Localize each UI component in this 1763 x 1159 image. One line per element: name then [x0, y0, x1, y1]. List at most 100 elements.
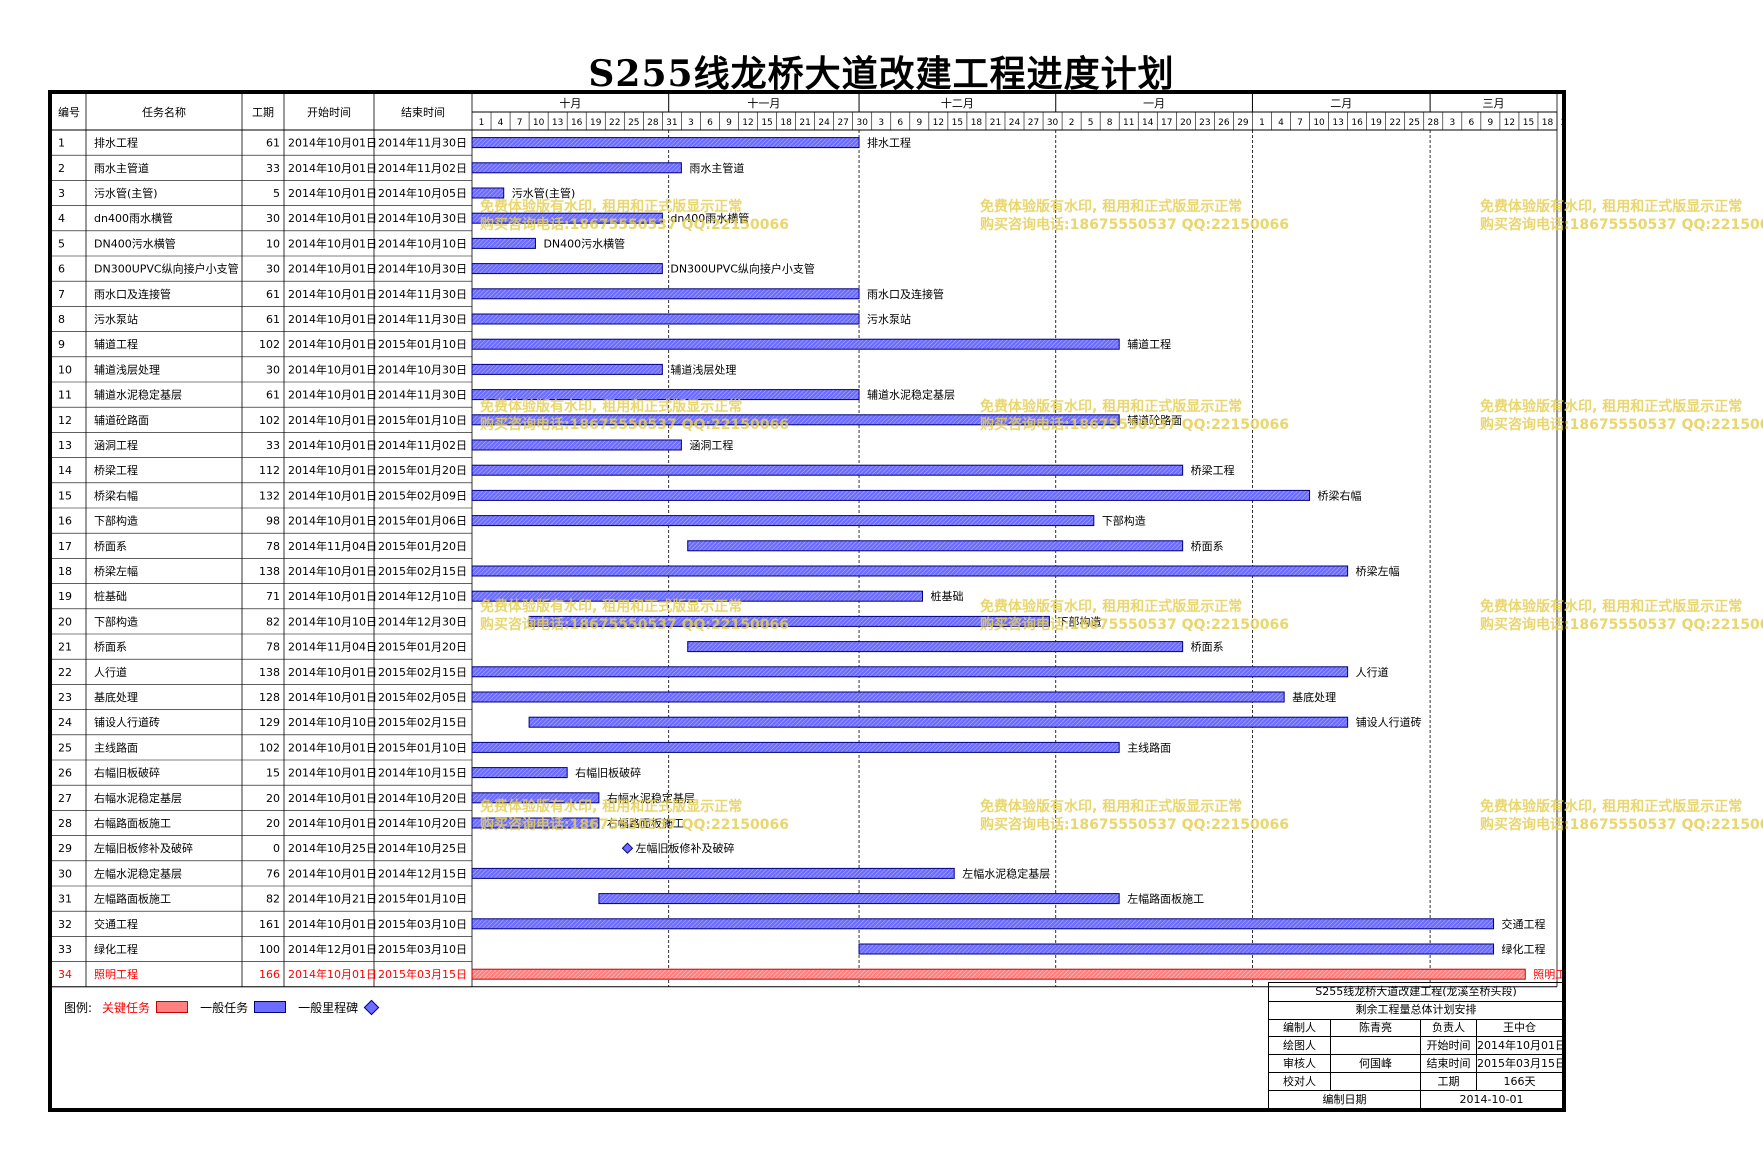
- task-end: 2015年03月10日: [378, 917, 467, 931]
- task-start: 2014年10月01日: [288, 917, 377, 931]
- task-start: 2014年11月04日: [288, 539, 377, 553]
- task-start: 2014年11月04日: [288, 640, 377, 654]
- task-name: 右幅旧板破碎: [94, 766, 160, 780]
- task-bar: [471, 968, 1526, 980]
- task-duration: 112: [259, 464, 280, 477]
- day-tick-label: 12: [933, 118, 944, 128]
- day-tick-label: 3: [688, 118, 694, 128]
- task-bar: [471, 338, 1120, 350]
- day-tick-label: 15: [952, 118, 963, 128]
- task-no: 4: [58, 212, 65, 225]
- task-name: 桥梁左幅: [94, 564, 138, 578]
- bar-label: 左幅路面板施工: [1127, 892, 1204, 906]
- watermark: 免费体验版有水印, 租用和正式版显示正常 购买咨询电话:18675550537 Q…: [480, 399, 789, 433]
- month-label: 十二月: [941, 96, 974, 110]
- task-bar: [687, 540, 1184, 552]
- task-end: 2014年12月10日: [378, 589, 467, 603]
- task-no: 17: [58, 540, 72, 553]
- task-bar: [471, 263, 663, 275]
- task-start: 2014年10月01日: [288, 312, 377, 326]
- day-tick-label: 4: [498, 118, 504, 128]
- task-name: DN300UPVC纵向接户小支管: [94, 262, 239, 276]
- task-duration: 161: [259, 918, 280, 931]
- task-end: 2015年01月10日: [378, 413, 467, 427]
- bar-label: 雨水主管道: [689, 161, 744, 175]
- task-name: 污水泵站: [94, 312, 138, 326]
- bar-label: 桥面系: [1191, 540, 1224, 553]
- task-no: 28: [58, 817, 72, 830]
- task-end: 2015年02月09日: [378, 488, 467, 502]
- bar-label: 人行道: [1356, 665, 1389, 679]
- task-no: 5: [58, 237, 65, 250]
- legend-milestone-label: 一般里程碑: [298, 1000, 359, 1015]
- gantt-chart: 编号 任务名称 工期 开始时间 结束时间十月 十一月 十二月 一月 二月 三月1 4 7 10 13 16 1…: [52, 94, 1562, 988]
- task-duration: 98: [266, 515, 280, 528]
- task-duration: 138: [259, 565, 280, 578]
- task-duration: 30: [266, 263, 280, 276]
- day-tick-label: 20: [1180, 118, 1192, 128]
- task-bar: [471, 464, 1184, 476]
- task-bar: [471, 162, 682, 174]
- task-duration: 102: [259, 741, 280, 754]
- task-bar: [471, 691, 1285, 703]
- task-duration: 61: [266, 389, 280, 402]
- watermark: 免费体验版有水印, 租用和正式版显示正常 购买咨询电话:18675550537 Q…: [480, 599, 789, 633]
- drawer-value: [1331, 1037, 1421, 1055]
- task-duration: 76: [266, 867, 280, 880]
- task-no: 9: [58, 338, 65, 351]
- task-no: 27: [58, 792, 72, 805]
- task-duration: 61: [266, 288, 280, 301]
- task-duration: 33: [266, 439, 280, 452]
- day-tick-label: 7: [517, 118, 523, 128]
- task-name: 下部构造: [94, 614, 138, 628]
- task-start: 2014年10月01日: [288, 388, 377, 402]
- task-bar: [471, 187, 505, 199]
- task-bar: [858, 943, 1495, 955]
- month-label: 二月: [1330, 97, 1352, 110]
- task-duration: 166: [259, 968, 280, 981]
- day-tick-label: 6: [707, 118, 713, 128]
- task-name: 左幅路面板施工: [94, 892, 171, 906]
- owner-value: 王中仓: [1477, 1019, 1562, 1037]
- bar-label: 桥梁工程: [1191, 463, 1235, 477]
- task-start: 2014年10月01日: [288, 161, 377, 175]
- task-end: 2014年10月30日: [378, 262, 467, 276]
- task-name: dn400雨水横管: [94, 211, 173, 225]
- task-no: 6: [58, 263, 65, 276]
- day-tick-label: 16: [1351, 118, 1363, 128]
- task-no: 29: [58, 842, 72, 855]
- task-bar: [471, 565, 1349, 577]
- task-name: 辅道工程: [94, 337, 138, 351]
- task-bar: [471, 288, 860, 300]
- day-tick-label: 18: [1542, 118, 1554, 128]
- day-tick-label: 9: [1488, 118, 1494, 128]
- task-start: 2014年10月01日: [288, 514, 377, 528]
- task-no: 3: [58, 187, 65, 200]
- task-no: 1: [58, 137, 65, 150]
- bar-label: 辅道水泥稳定基层: [867, 388, 955, 402]
- day-tick-label: 25: [628, 118, 639, 128]
- drawer-label: 绘图人: [1269, 1037, 1331, 1055]
- task-bar: [687, 641, 1184, 653]
- legend-label: 图例:: [64, 1000, 93, 1015]
- task-name: 桥梁右幅: [94, 488, 138, 502]
- task-end: 2015年01月10日: [378, 337, 467, 351]
- task-start: 2014年10月25日: [288, 841, 377, 855]
- task-end: 2014年10月25日: [378, 841, 467, 855]
- task-no: 32: [58, 918, 72, 931]
- bar-label: 辅道浅层处理: [670, 362, 736, 376]
- reviewer-value: 何国峰: [1331, 1055, 1421, 1073]
- day-tick-label: 1: [479, 118, 485, 128]
- task-end: 2015年01月20日: [378, 539, 467, 553]
- end-label: 结束时间: [1421, 1055, 1477, 1073]
- task-no: 8: [58, 313, 65, 326]
- task-name: 左幅旧板修补及破碎: [94, 841, 193, 855]
- task-name: 基底处理: [94, 690, 138, 704]
- task-name: 排水工程: [94, 136, 138, 150]
- day-tick-label: 28: [1428, 118, 1440, 128]
- task-duration: 78: [266, 641, 280, 654]
- day-tick-label: 13: [552, 118, 563, 128]
- task-name: 右幅路面板施工: [94, 816, 171, 830]
- task-duration: 0: [273, 842, 280, 855]
- compiler-value: 陈青亮: [1331, 1019, 1421, 1037]
